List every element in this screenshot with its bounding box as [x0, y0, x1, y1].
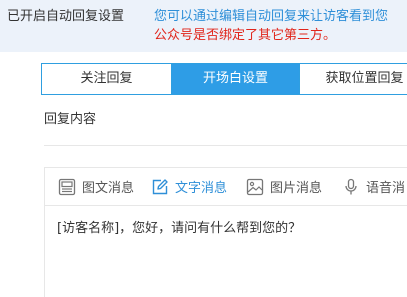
tab-follow-reply[interactable]: 关注回复 — [42, 64, 172, 94]
text-message-label: 文字消息 — [175, 181, 228, 196]
auto-reply-status: 已开启自动回复设置 — [7, 9, 125, 24]
divider — [44, 145, 407, 146]
microphone-icon — [342, 178, 360, 196]
edit-icon — [151, 178, 169, 196]
voice-message-label: 语音消 — [366, 181, 406, 196]
voice-message-button[interactable]: 语音消 — [342, 168, 405, 205]
top-notice-bar: 已开启自动回复设置 您可以通过编辑自动回复来让访客看到您 公众号是否绑定了其它第… — [0, 0, 407, 52]
tab-opening-settings[interactable]: 开场白设置 — [172, 64, 300, 94]
notice-text-red: 公众号是否绑定了其它第三方。 — [154, 28, 337, 43]
reply-editor-text: [访客名称]，您好，请问有什么帮到您的？ — [57, 221, 302, 236]
image-message-button[interactable]: 图片消息 — [246, 168, 322, 205]
text-message-button[interactable]: 文字消息 — [151, 168, 227, 205]
news-message-label: 图文消息 — [82, 181, 135, 196]
reply-type-tabs: 关注回复 开场白设置 获取位置回复 — [41, 63, 407, 95]
tab-location-reply[interactable]: 获取位置回复 — [300, 64, 407, 94]
news-icon — [58, 178, 76, 196]
image-message-label: 图片消息 — [270, 181, 323, 196]
notice-text-blue: 您可以通过编辑自动回复来让访客看到您 — [154, 9, 389, 24]
message-type-toolbar: 图文消息 文字消息 图片消息 语音消 — [44, 167, 407, 205]
reply-editor[interactable]: [访客名称]，您好，请问有什么帮到您的？ — [44, 205, 407, 297]
reply-content-label: 回复内容 — [44, 112, 97, 127]
news-message-button[interactable]: 图文消息 — [58, 168, 134, 205]
image-icon — [246, 178, 264, 196]
